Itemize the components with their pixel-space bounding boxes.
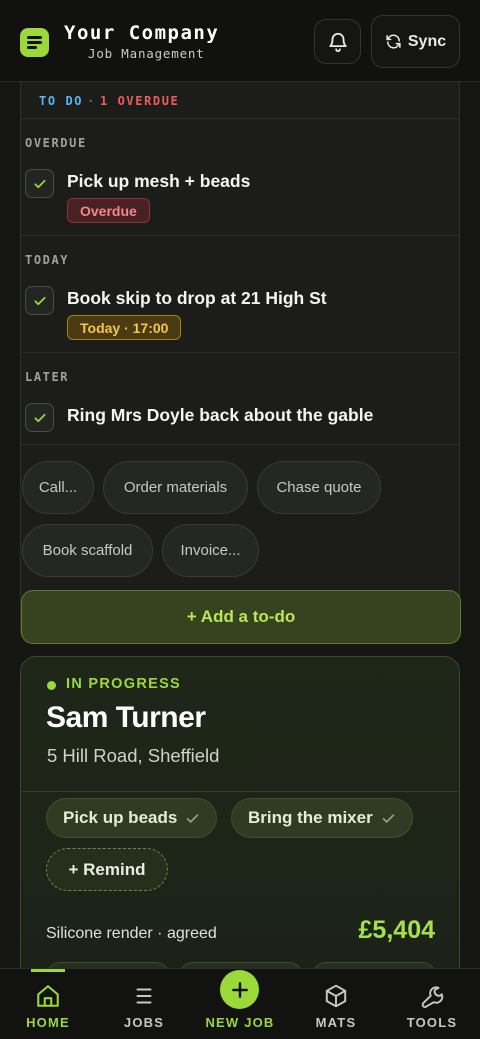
task-checkbox[interactable]	[25, 286, 54, 315]
status-dot-icon	[47, 681, 56, 690]
task-title[interactable]: Pick up mesh + beads	[67, 171, 250, 192]
job-task-label: Pick up beads	[63, 808, 178, 827]
notifications-button[interactable]	[314, 19, 361, 64]
client-address: 5 Hill Road, Sheffield	[47, 745, 220, 766]
nav-tools[interactable]: TOOLS	[384, 969, 480, 1039]
overdue-count: 1 OVERDUE	[99, 94, 180, 108]
section-divider	[21, 235, 459, 236]
home-icon	[37, 985, 59, 1007]
job-task-chip[interactable]: Pick up beads	[46, 798, 218, 838]
job-task-label: Bring the mixer	[248, 808, 373, 827]
app-header: Your Company Job Management Sync	[0, 0, 480, 82]
section-label-today: TODAY	[25, 253, 70, 267]
nav-label: TOOLS	[406, 1015, 458, 1030]
check-icon	[33, 296, 46, 305]
todo-header: TO DO · 1 OVERDUE	[21, 82, 459, 119]
card-divider	[21, 791, 459, 792]
task-checkbox[interactable]	[25, 403, 54, 432]
check-icon	[33, 179, 46, 188]
quick-chip-call[interactable]: Call...	[22, 461, 94, 514]
task-title[interactable]: Book skip to drop at 21 High St	[67, 288, 327, 309]
section-label-overdue: OVERDUE	[25, 136, 87, 150]
nav-label: HOME	[26, 1015, 70, 1030]
header-separator: ·	[87, 94, 96, 108]
quick-chip-invoice[interactable]: Invoice...	[162, 524, 259, 577]
today-badge: Today · 17:00	[67, 315, 182, 340]
brand-name: Your Company	[64, 22, 220, 44]
list-icon	[20, 28, 49, 57]
quick-chip-chase-quote[interactable]: Chase quote	[257, 461, 381, 514]
task-title[interactable]: Ring Mrs Doyle back about the gable	[67, 405, 373, 426]
nav-mats[interactable]: MATS	[288, 969, 384, 1039]
job-price: £5,404	[358, 916, 435, 944]
check-icon	[33, 413, 46, 422]
todo-label: TO DO	[39, 94, 84, 108]
quick-chip-order-materials[interactable]: Order materials	[103, 461, 248, 514]
section-divider	[21, 352, 459, 353]
sync-label: Sync	[407, 32, 447, 50]
remind-button[interactable]: + Remind	[46, 848, 168, 891]
check-icon	[187, 813, 199, 823]
todo-card: TO DO · 1 OVERDUE OVERDUE Pick up mesh + b…	[20, 82, 461, 644]
job-status: IN PROGRESS	[66, 676, 182, 692]
nav-jobs[interactable]: JOBS	[96, 969, 192, 1039]
nav-label: JOBS	[123, 1015, 165, 1030]
task-checkbox[interactable]	[25, 169, 54, 198]
nav-label: NEW JOB	[205, 1015, 275, 1030]
wrench-icon	[421, 986, 444, 1008]
check-icon	[382, 813, 395, 823]
nav-home[interactable]: HOME	[0, 969, 96, 1039]
bell-icon	[328, 32, 347, 52]
section-divider	[21, 444, 459, 445]
box-icon	[325, 984, 347, 1008]
nav-label: MATS	[315, 1015, 357, 1030]
menu-icon	[136, 988, 152, 1004]
client-name: Sam Turner	[46, 701, 206, 734]
plus-icon	[231, 981, 248, 998]
brand-subtitle: Job Management	[88, 46, 205, 61]
price-label: Silicone render · agreed	[46, 925, 217, 942]
add-todo-button[interactable]: + Add a to-do	[21, 590, 461, 644]
active-indicator	[31, 969, 65, 972]
job-task-chip[interactable]: Bring the mixer	[231, 798, 413, 838]
sync-button[interactable]: Sync	[371, 15, 460, 68]
new-job-button[interactable]	[220, 970, 259, 1009]
quick-chip-book-scaffold[interactable]: Book scaffold	[22, 524, 153, 577]
bottom-nav: HOME JOBS NEW JOB MATS TOOLS	[0, 968, 480, 1039]
refresh-icon	[386, 34, 401, 49]
overdue-badge: Overdue	[67, 198, 150, 223]
section-label-later: LATER	[25, 370, 70, 384]
